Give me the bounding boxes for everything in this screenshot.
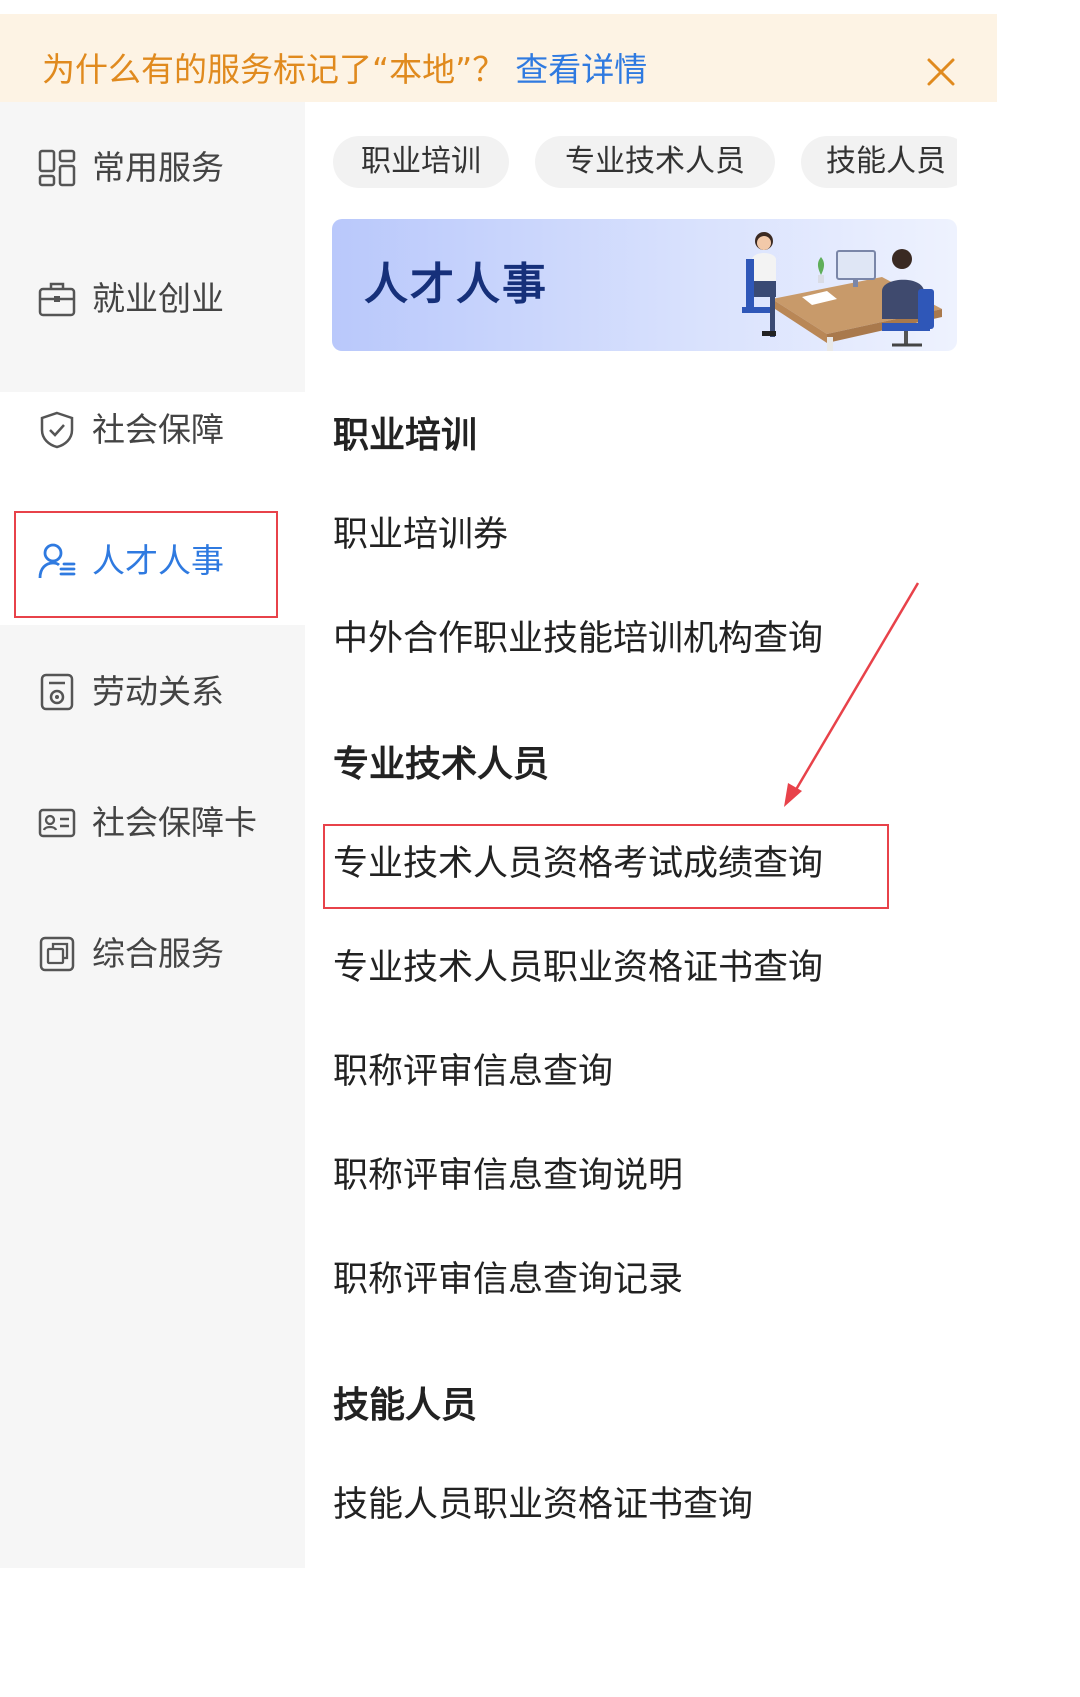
sidebar-item-label: 劳动关系 — [92, 672, 224, 711]
chip-professional-technical[interactable]: 专业技术人员 — [535, 136, 775, 188]
chip-vocational-training[interactable]: 职业培训 — [333, 136, 509, 188]
notice-detail-link[interactable]: 查看详情 — [515, 50, 647, 89]
document-seal-icon — [40, 673, 74, 711]
annotation-box-sidebar — [14, 511, 278, 618]
link-sino-foreign-training-institutions[interactable]: 中外合作职业技能培训机构查询 — [333, 615, 823, 663]
section-title-skilled-personnel: 技能人员 — [333, 1385, 478, 1426]
chip-skilled-personnel[interactable]: 技能人员 — [801, 136, 957, 188]
sidebar-item-labor-relations[interactable]: 劳动关系 — [0, 626, 305, 756]
sidebar-item-common-services[interactable]: 常用服务 — [0, 102, 305, 232]
notice-bar: 为什么有的服务标记了“本地”？ 查看详情 — [0, 14, 997, 102]
link-vocational-training-voucher[interactable]: 职业培训券 — [333, 511, 508, 559]
link-title-review-query[interactable]: 职称评审信息查询 — [333, 1048, 613, 1096]
notice-message: 为什么有的服务标记了“本地”？ 查看详情 — [42, 48, 647, 92]
sidebar-item-employment[interactable]: 就业创业 — [0, 233, 305, 363]
annotation-box-exam-score — [323, 824, 889, 909]
banner-title: 人才人事 — [364, 259, 548, 310]
section-title-professional-technical: 专业技术人员 — [333, 744, 550, 785]
close-icon[interactable] — [925, 56, 957, 88]
sidebar-item-social-security-card[interactable]: 社会保障卡 — [0, 757, 305, 887]
link-qualification-certificate-query[interactable]: 专业技术人员职业资格证书查询 — [333, 944, 823, 992]
sidebar-item-label: 常用服务 — [92, 148, 224, 187]
interview-illustration — [742, 232, 942, 351]
sidebar-item-label: 综合服务 — [92, 934, 224, 973]
shield-check-icon — [40, 411, 74, 449]
category-chips: 职业培训 专业技术人员 技能人员 — [333, 136, 957, 190]
sidebar-item-label: 就业创业 — [92, 279, 224, 318]
link-skilled-certificate-query[interactable]: 技能人员职业资格证书查询 — [333, 1481, 753, 1529]
section-title-vocational-training: 职业培训 — [333, 415, 478, 456]
link-title-review-query-guide[interactable]: 职称评审信息查询说明 — [333, 1152, 683, 1200]
briefcase-icon — [38, 282, 76, 317]
copy-icon — [39, 936, 75, 972]
id-card-icon — [38, 808, 76, 838]
sidebar-item-label: 社会保障卡 — [92, 803, 257, 842]
annotation-arrow — [784, 582, 920, 807]
sidebar-item-label: 社会保障 — [92, 410, 224, 449]
sidebar-item-social-security[interactable]: 社会保障 — [0, 364, 305, 494]
sidebar-item-comprehensive[interactable]: 综合服务 — [0, 888, 305, 1018]
notice-text: 为什么有的服务标记了“本地”？ — [42, 50, 506, 89]
grid-icon — [38, 149, 76, 187]
link-title-review-query-records[interactable]: 职称评审信息查询记录 — [333, 1256, 683, 1304]
category-banner: 人才人事 — [332, 219, 957, 351]
